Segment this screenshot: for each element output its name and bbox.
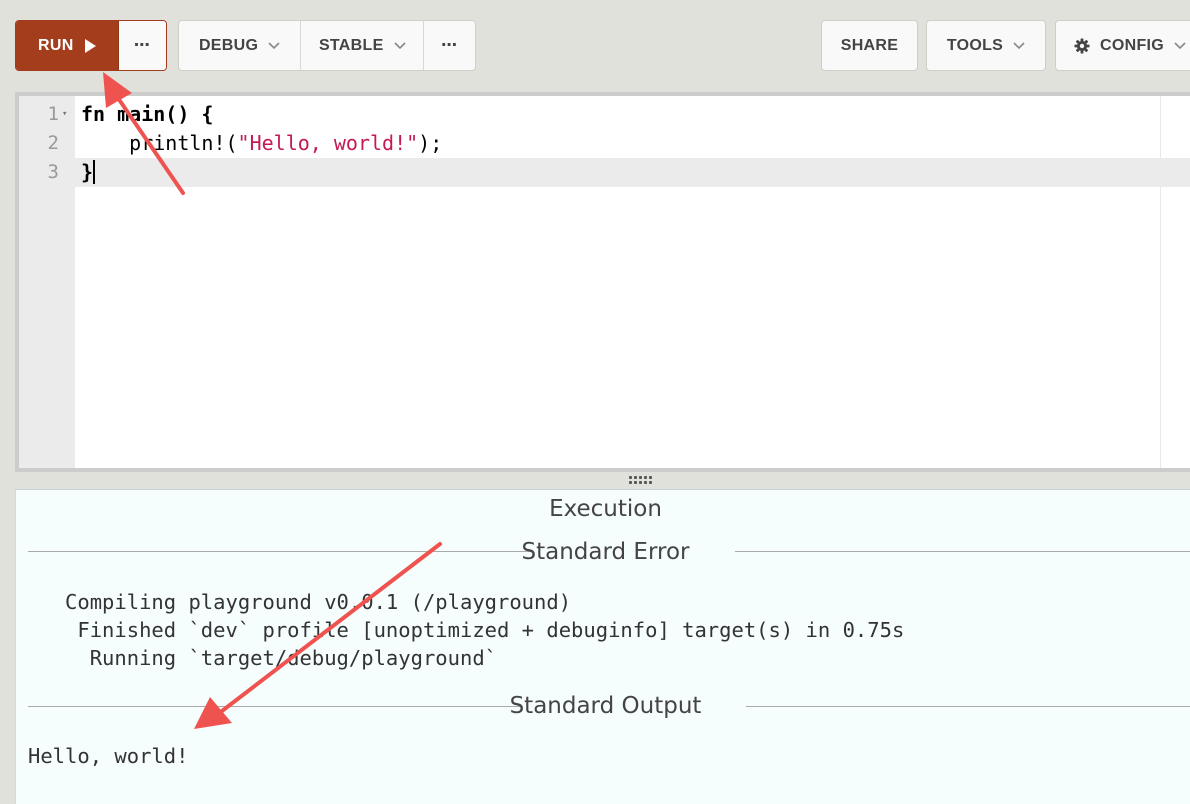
resize-handle[interactable] bbox=[627, 474, 653, 486]
stderr-line: Compiling playground v0.0.1 (/playground… bbox=[28, 590, 572, 614]
chevron-down-icon bbox=[1013, 41, 1025, 50]
stderr-title: Standard Error bbox=[521, 539, 690, 565]
run-button-group: RUN ⋯ bbox=[15, 20, 167, 71]
chevron-down-icon bbox=[268, 41, 280, 50]
config-dropdown[interactable]: CONFIG bbox=[1056, 21, 1190, 70]
run-more-button[interactable]: ⋯ bbox=[118, 21, 166, 70]
share-group: SHARE bbox=[821, 20, 918, 71]
code-line-active[interactable]: 3 } bbox=[19, 158, 1190, 187]
divider bbox=[735, 551, 1190, 552]
play-icon bbox=[84, 38, 96, 53]
stable-label: STABLE bbox=[318, 36, 384, 54]
tools-dropdown[interactable]: TOOLS bbox=[927, 21, 1045, 70]
gear-icon bbox=[1074, 38, 1090, 53]
stdout-text: Hello, world! bbox=[28, 744, 189, 768]
divider bbox=[746, 706, 1190, 707]
toolbar: RUN ⋯ DEBUG STABLE ⋯ SHARE TOOLS CONFIG bbox=[0, 0, 1190, 88]
execution-title: Execution bbox=[549, 496, 662, 522]
line-number: 2 bbox=[47, 132, 59, 154]
debug-dropdown[interactable]: DEBUG bbox=[179, 21, 302, 70]
run-button[interactable]: RUN bbox=[16, 21, 119, 70]
advanced-options-button[interactable]: ⋯ bbox=[424, 21, 475, 70]
code-text: } bbox=[81, 160, 96, 184]
text-cursor bbox=[93, 160, 96, 184]
code-line[interactable]: 1 ▾ fn main() { bbox=[19, 100, 1190, 129]
chevron-down-icon bbox=[1174, 41, 1186, 50]
line-number: 1 bbox=[47, 103, 59, 125]
tools-label: TOOLS bbox=[946, 36, 1004, 54]
config-label: CONFIG bbox=[1100, 36, 1165, 54]
output-panel: Execution Standard Error Compiling playg… bbox=[15, 489, 1190, 804]
stderr-line: Running `target/debug/playground` bbox=[28, 646, 497, 670]
tools-group: TOOLS bbox=[926, 20, 1046, 71]
chevron-down-icon bbox=[393, 41, 406, 50]
ellipsis-icon: ⋯ bbox=[133, 36, 151, 54]
stderr-line: Finished `dev` profile [unoptimized + de… bbox=[28, 618, 905, 642]
fold-toggle-icon[interactable]: ▾ bbox=[62, 100, 67, 129]
debug-label: DEBUG bbox=[198, 36, 259, 54]
channel-dropdown[interactable]: STABLE bbox=[301, 21, 425, 70]
line-number: 3 bbox=[47, 161, 59, 183]
code-editor[interactable]: 1 ▾ fn main() { 2 println!("Hello, world… bbox=[15, 92, 1190, 472]
config-group: CONFIG bbox=[1055, 20, 1190, 71]
ellipsis-icon: ⋯ bbox=[441, 36, 459, 54]
code-text: println!("Hello, world!"); bbox=[81, 131, 443, 155]
code-line[interactable]: 2 println!("Hello, world!"); bbox=[19, 129, 1190, 158]
build-mode-group: DEBUG STABLE ⋯ bbox=[178, 20, 476, 71]
code-text: fn main() { bbox=[81, 102, 214, 126]
share-button[interactable]: SHARE bbox=[822, 21, 917, 70]
run-button-label: RUN bbox=[38, 36, 74, 54]
share-label: SHARE bbox=[840, 36, 899, 54]
